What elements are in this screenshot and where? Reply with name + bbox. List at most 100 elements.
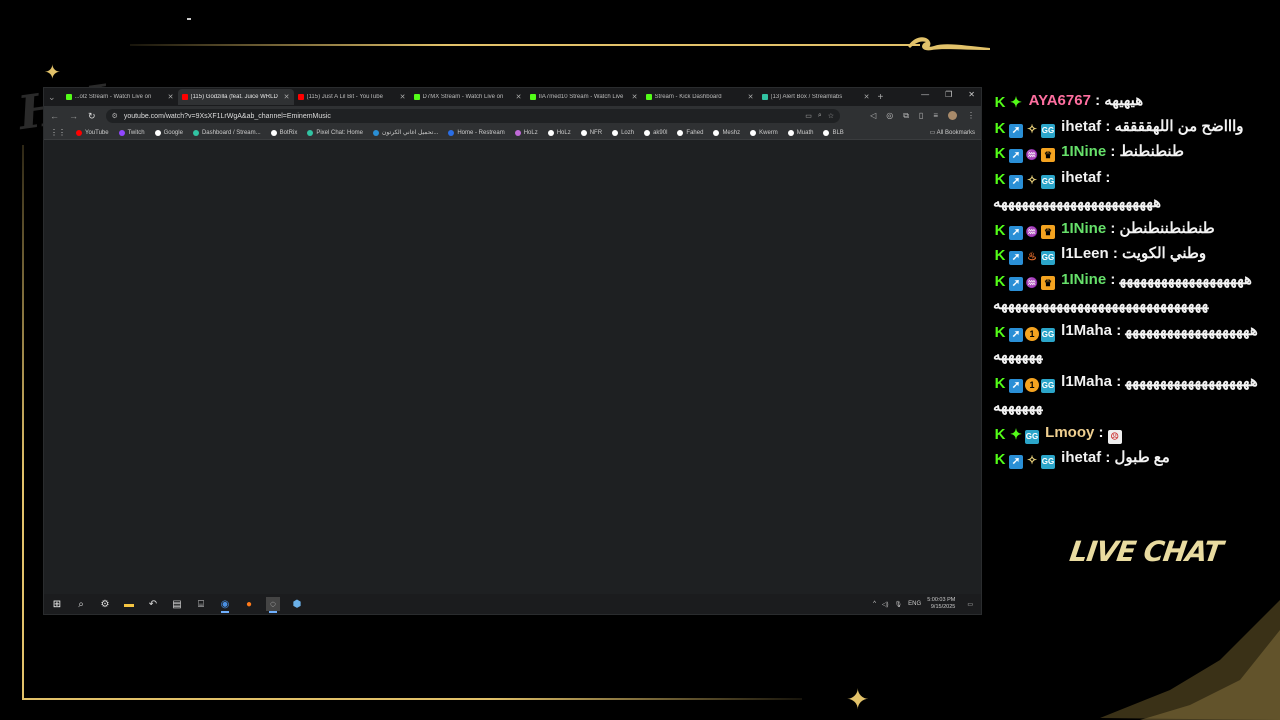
bookmark-item[interactable]: BotRix bbox=[270, 129, 297, 136]
chat-message: K ➚ ✧ GG ihetaf : هههههههههههههههههههههههه bbox=[993, 168, 1162, 212]
new-tab-button[interactable]: + bbox=[878, 92, 884, 103]
cast-icon[interactable]: ▭ bbox=[805, 112, 812, 120]
minimize-icon[interactable]: — bbox=[921, 90, 929, 99]
bookmark-item[interactable]: Twitch bbox=[118, 129, 145, 136]
bookmark-item[interactable]: HoLz bbox=[547, 129, 571, 136]
notification-icon[interactable]: ▭ bbox=[967, 601, 973, 608]
chat-username: l1Maha bbox=[1061, 321, 1113, 339]
tab-1[interactable]: (115) Godzilla (feat. Juice WRLD ✕ bbox=[177, 89, 294, 105]
extension-icon[interactable]: ◎ bbox=[886, 111, 893, 121]
bookmark-item[interactable]: Muath bbox=[787, 129, 813, 136]
app-icon[interactable]: ▤ bbox=[170, 597, 184, 611]
more-menu-icon[interactable]: ⋮ bbox=[967, 111, 975, 121]
frame-bottom-line bbox=[22, 698, 802, 700]
bookmark-item[interactable]: Home - Restream bbox=[448, 129, 505, 136]
bookmark-item[interactable]: Lozh bbox=[612, 129, 634, 136]
speaker-icon[interactable]: ◁) bbox=[882, 601, 889, 608]
tab-close-icon[interactable]: ✕ bbox=[516, 93, 522, 101]
close-window-icon[interactable]: ✕ bbox=[968, 90, 975, 99]
file-explorer-icon[interactable]: ▬ bbox=[122, 597, 136, 611]
bookmark-item[interactable]: Google bbox=[154, 129, 183, 136]
chat-username: ihetaf bbox=[1061, 449, 1102, 466]
bookmark-item[interactable]: HoLz bbox=[514, 129, 538, 136]
bookmark-item[interactable]: BLB bbox=[823, 129, 844, 136]
apps-grid-icon[interactable]: ⋮⋮ bbox=[50, 128, 66, 137]
settings-gear-icon[interactable]: ⚙ bbox=[98, 597, 112, 611]
maximize-icon[interactable]: ❐ bbox=[945, 90, 952, 99]
bookmark-item[interactable]: Kwerm bbox=[750, 129, 778, 136]
gg-badge-icon: GG bbox=[1041, 123, 1055, 138]
bookmark-item[interactable]: Dashboard / Stream... bbox=[192, 129, 261, 136]
bookmarks-bar: ⋮⋮ YouTube Twitch Google Dashboard / Str… bbox=[44, 126, 981, 140]
tab-close-icon[interactable]: ✕ bbox=[864, 93, 870, 101]
clock[interactable]: 5:00:03 PM 9/15/2025 bbox=[927, 597, 955, 611]
decor-dot bbox=[187, 18, 191, 20]
arrow-badge-icon: ➚ bbox=[1009, 327, 1023, 342]
all-bookmarks-button[interactable]: ▭ All Bookmarks bbox=[930, 129, 975, 136]
mute-icon[interactable]: ◁ bbox=[870, 111, 876, 121]
search-icon[interactable]: ⌕ bbox=[74, 597, 88, 611]
forward-icon[interactable]: → bbox=[69, 111, 78, 121]
site-info-icon[interactable]: ⚙ bbox=[112, 112, 118, 120]
kick-badge-icon: K bbox=[994, 323, 1006, 341]
menu-lines-icon[interactable]: ≡ bbox=[933, 111, 938, 121]
tab-close-icon[interactable]: ✕ bbox=[632, 93, 638, 101]
tab-close-icon[interactable]: ✕ bbox=[284, 93, 290, 101]
windows-taskbar: ⊞ ⌕ ⚙ ▬ ↶ ▤ ⌸ ◉ ● ◌ ⬢ ^ ◁) 🎙 ENG 5:00:03… bbox=[44, 594, 981, 614]
tab-5[interactable]: Stream - Kick Dashboard ✕ bbox=[642, 89, 758, 105]
bookmark-favicon-icon bbox=[713, 129, 720, 136]
chat-text: وطني الكويت bbox=[1122, 245, 1207, 262]
tab-2[interactable]: (115) Just A Lil Bit - YouTube ✕ bbox=[294, 89, 410, 105]
chrome-icon[interactable]: ◉ bbox=[218, 597, 232, 613]
tab-3[interactable]: D7MX Stream - Watch Live on ✕ bbox=[410, 89, 526, 105]
back-icon[interactable]: ← bbox=[50, 111, 59, 121]
tab-close-icon[interactable]: ✕ bbox=[400, 93, 406, 101]
frame-left-line bbox=[22, 145, 24, 700]
profile-avatar[interactable] bbox=[948, 111, 957, 120]
chat-message: K ✦ AYA6767 : هيهيهه bbox=[994, 92, 1144, 111]
tab-4[interactable]: IIA7med10 Stream - Watch Live ✕ bbox=[526, 89, 642, 105]
sidepanel-icon[interactable]: ▯ bbox=[919, 111, 923, 121]
firefox-icon[interactable]: ● bbox=[242, 597, 256, 611]
reload-icon[interactable]: ↻ bbox=[88, 111, 96, 122]
bookmark-item[interactable]: NFR bbox=[580, 129, 602, 136]
address-bar[interactable]: ⚙ youtube.com/watch?v=9XsXF1LrWgA&ab_cha… bbox=[105, 109, 841, 123]
bookmark-favicon-icon bbox=[677, 129, 684, 136]
terminal-icon[interactable]: ⌸ bbox=[194, 597, 208, 611]
chat-message: K ➚ ♒ ♛ 1INine : هههههههههههههههههههههههههه… bbox=[993, 270, 1252, 314]
browser-window: ⌄ ...olz Stream - Watch Live on ✕ (115) G… bbox=[43, 87, 982, 615]
page-content[interactable] bbox=[44, 141, 981, 594]
puzzle-icon[interactable]: ⧉ bbox=[903, 111, 909, 121]
chat-message: K ➚ ✧ GG ihetaf : مع طبول bbox=[994, 449, 1170, 469]
back-arrow-app-icon[interactable]: ↶ bbox=[146, 597, 160, 611]
url-text: youtube.com/watch?v=9XsXF1LrWgA&ab_chann… bbox=[123, 112, 331, 120]
tab-search-icon[interactable]: ⌄ bbox=[48, 92, 56, 103]
chat-message: K ✦ GG Lmooy : ☹ bbox=[993, 420, 1258, 446]
gg-badge-icon: GG bbox=[1025, 429, 1039, 444]
bookmark-star-icon[interactable]: ☆ bbox=[828, 112, 834, 120]
zoom-icon[interactable]: ⌕ bbox=[818, 112, 822, 120]
steam-icon[interactable]: ⬢ bbox=[290, 597, 304, 611]
mic-icon[interactable]: 🎙 bbox=[895, 601, 903, 608]
bookmark-item[interactable]: Fahed bbox=[677, 129, 703, 136]
arrow-badge-icon: ➚ bbox=[1009, 174, 1023, 189]
crown-badge-icon: ♛ bbox=[1041, 224, 1055, 239]
bookmark-item[interactable]: ak90l bbox=[644, 129, 667, 136]
crown-badge-icon: ♛ bbox=[1041, 275, 1055, 290]
tray-chevron-icon[interactable]: ^ bbox=[873, 601, 876, 607]
chat-text: طنطنطننطنطن bbox=[1119, 219, 1215, 237]
obs-icon[interactable]: ◌ bbox=[266, 597, 280, 613]
live-chat-panel: K ✦ AYA6767 : هيهيهه K ➚ ✧ GG ihetaf : واااض… bbox=[993, 88, 1258, 528]
bookmark-item[interactable]: Meshz bbox=[713, 129, 740, 136]
tab-close-icon[interactable]: ✕ bbox=[748, 93, 754, 101]
windows-start-icon[interactable]: ⊞ bbox=[50, 597, 64, 611]
bookmark-item[interactable]: YouTube bbox=[76, 129, 109, 136]
sparkle-badge-icon: ✧ bbox=[1026, 453, 1038, 467]
bookmark-item[interactable]: تحميل اغاني الكرتون... bbox=[373, 129, 438, 136]
language-indicator[interactable]: ENG bbox=[908, 601, 921, 607]
tab-close-icon[interactable]: ✕ bbox=[168, 93, 174, 101]
tab-0[interactable]: ...olz Stream - Watch Live on ✕ bbox=[62, 89, 178, 105]
system-tray: ^ ◁) 🎙 ENG 5:00:03 PM 9/15/2025 ▭ bbox=[873, 597, 973, 611]
bookmark-item[interactable]: Pixel Chat: Home bbox=[307, 129, 363, 136]
tab-6[interactable]: (13) Alert Box / Streamlabs ✕ bbox=[758, 89, 874, 105]
